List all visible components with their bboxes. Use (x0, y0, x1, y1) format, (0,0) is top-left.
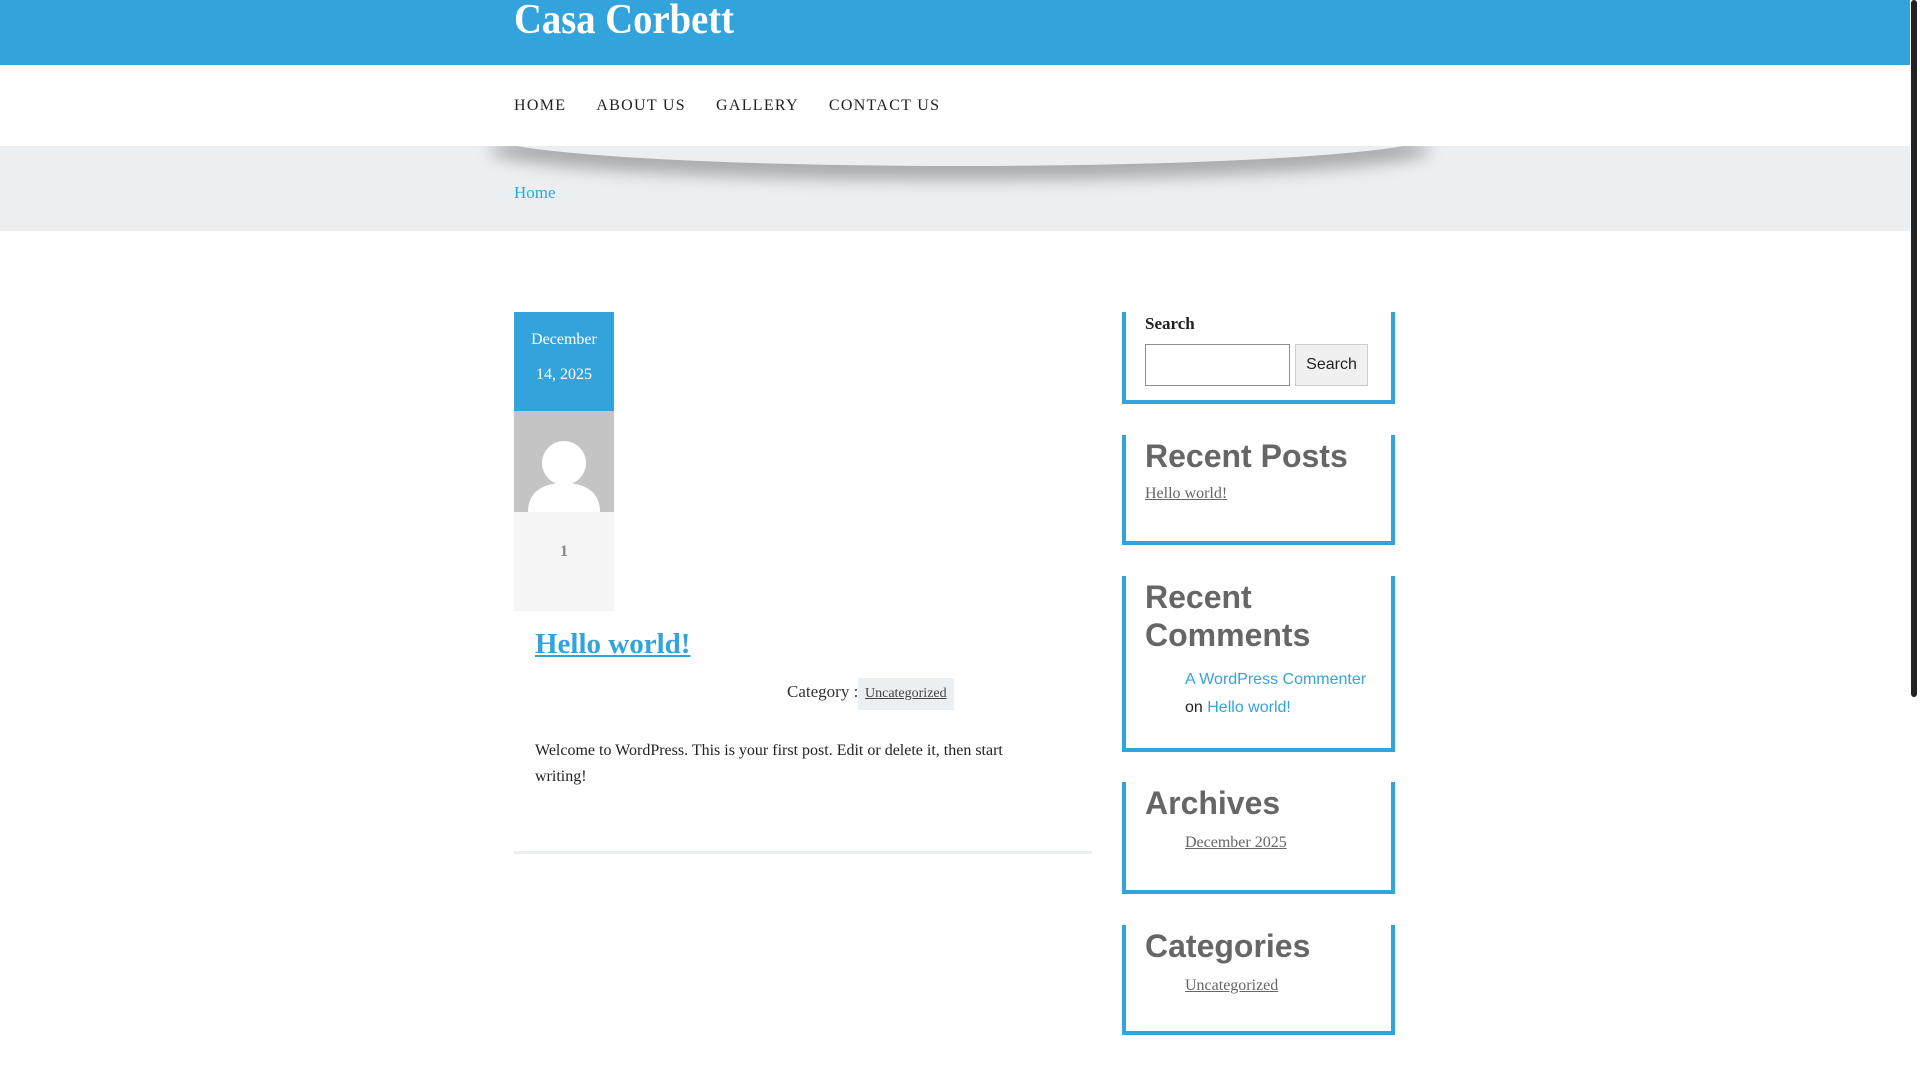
scrollbar-thumb[interactable] (1911, 0, 1917, 697)
comment-post-link[interactable]: Hello world! (1207, 699, 1291, 716)
nav-home[interactable]: HOME (514, 97, 566, 115)
category-tag[interactable]: Uncategorized (858, 678, 954, 710)
author-avatar-icon (514, 411, 614, 512)
post-date: December 14, 2025 (514, 312, 614, 411)
header-shadow (490, 146, 1430, 166)
archive-link[interactable]: December 2025 (1185, 834, 1372, 852)
post-date-month: December (531, 331, 597, 348)
recent-comments-widget: Recent Comments A WordPress Commenter on… (1122, 576, 1395, 752)
site-title[interactable]: Casa Corbett (514, 0, 734, 44)
nav-about-us[interactable]: ABOUT US (596, 97, 686, 115)
search-button[interactable]: Search (1295, 344, 1368, 386)
archives-widget: Archives December 2025 (1122, 782, 1395, 894)
recent-posts-widget: Recent Posts Hello world! (1122, 435, 1395, 545)
search-widget: Search Search (1122, 312, 1395, 404)
recent-posts-title: Recent Posts (1145, 438, 1348, 474)
main-nav: HOME ABOUT US GALLERY CONTACT US (514, 97, 940, 115)
search-label: Search (1145, 314, 1195, 333)
category-link[interactable]: Uncategorized (1185, 977, 1372, 995)
breadcrumb-home[interactable]: Home (514, 183, 556, 203)
search-input[interactable] (1145, 344, 1290, 386)
comment-on-text: on (1185, 699, 1203, 716)
recent-post-link[interactable]: Hello world! (1145, 485, 1372, 503)
post-title[interactable]: Hello world! (535, 628, 690, 661)
archives-title: Archives (1145, 785, 1281, 821)
post-divider (514, 851, 1092, 854)
comment-author-link[interactable]: A WordPress Commenter (1185, 671, 1366, 688)
recent-comments-title: Recent Comments (1145, 579, 1311, 653)
post-excerpt: Welcome to WordPress. This is your first… (535, 742, 1003, 785)
nav-gallery[interactable]: GALLERY (716, 97, 799, 115)
categories-widget: Categories Uncategorized (1122, 925, 1395, 1035)
recent-comment-item: A WordPress Commenter on Hello world! (1145, 666, 1372, 722)
categories-title: Categories (1145, 928, 1311, 964)
breadcrumb-band (0, 146, 1910, 231)
nav-contact-us[interactable]: CONTACT US (829, 97, 940, 115)
category-label: Category : (787, 682, 859, 701)
post-date-day-year: 14, 2025 (536, 366, 592, 383)
site-header: Casa Corbett (0, 0, 1910, 65)
comment-count[interactable]: 1 (514, 512, 614, 611)
